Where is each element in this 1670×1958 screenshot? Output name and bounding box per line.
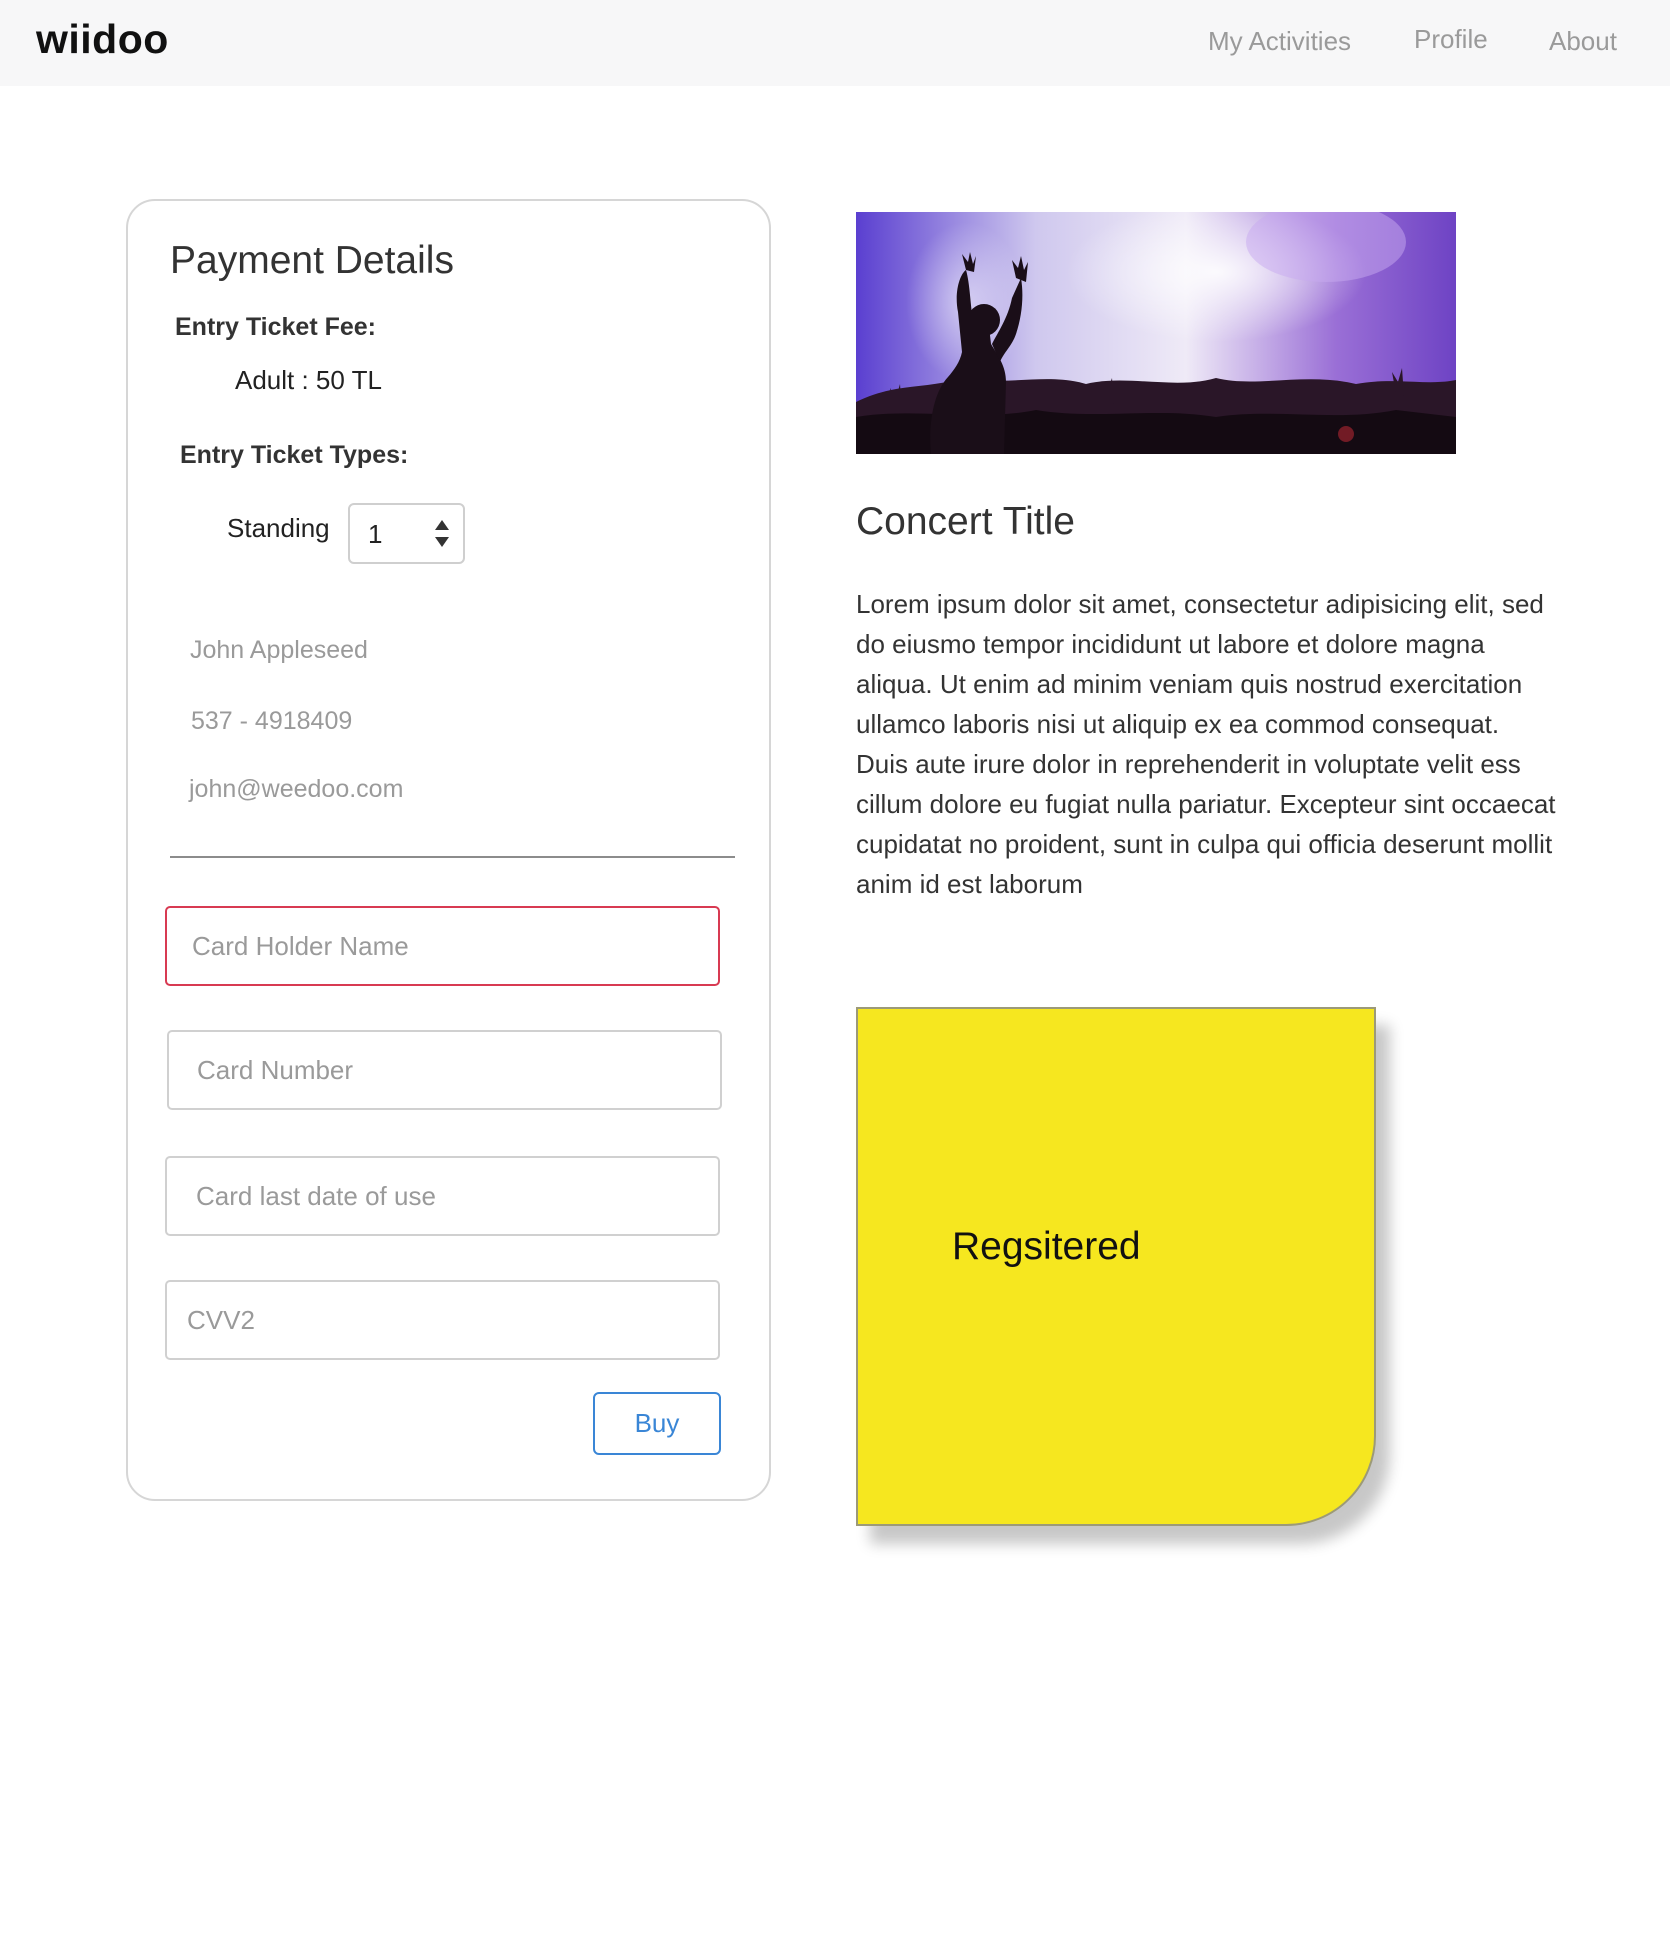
quantity-stepper[interactable]: 1 — [348, 503, 465, 564]
user-email: john@weedoo.com — [189, 775, 404, 803]
concert-image — [856, 212, 1456, 454]
nav-my-activities[interactable]: My Activities — [1208, 26, 1351, 57]
top-navbar: wiidoo My Activities Profile About — [0, 0, 1670, 86]
registered-note: Regsitered — [856, 1007, 1376, 1526]
nav-about[interactable]: About — [1549, 26, 1617, 57]
user-name: John Appleseed — [190, 636, 368, 664]
standing-label: Standing — [227, 513, 330, 543]
concert-title: Concert Title — [856, 500, 1075, 543]
card-holder-input[interactable] — [165, 906, 720, 986]
divider — [170, 856, 735, 858]
buy-button[interactable]: Buy — [593, 1392, 721, 1455]
fee-label: Entry Ticket Fee: — [175, 313, 377, 341]
user-phone: 537 - 4918409 — [191, 707, 353, 735]
concert-description: Lorem ipsum dolor sit amet, consectetur … — [856, 589, 1556, 899]
payment-card: Payment Details Entry Ticket Fee: Adult … — [126, 199, 771, 1501]
payment-title: Payment Details — [170, 239, 454, 282]
registered-label: Regsitered — [952, 1225, 1141, 1268]
decrement-icon[interactable] — [435, 537, 449, 547]
brand-logo[interactable]: wiidoo — [36, 16, 169, 63]
ticket-types-label: Entry Ticket Types: — [180, 441, 409, 469]
stepper-arrows — [435, 520, 449, 550]
card-number-input[interactable] — [167, 1030, 722, 1110]
increment-icon[interactable] — [435, 520, 449, 530]
cvv-input[interactable] — [165, 1280, 720, 1360]
quantity-value: 1 — [368, 519, 383, 549]
fee-value: Adult : 50 TL — [235, 365, 382, 395]
nav-profile[interactable]: Profile — [1414, 24, 1488, 55]
card-expiry-input[interactable] — [165, 1156, 720, 1236]
